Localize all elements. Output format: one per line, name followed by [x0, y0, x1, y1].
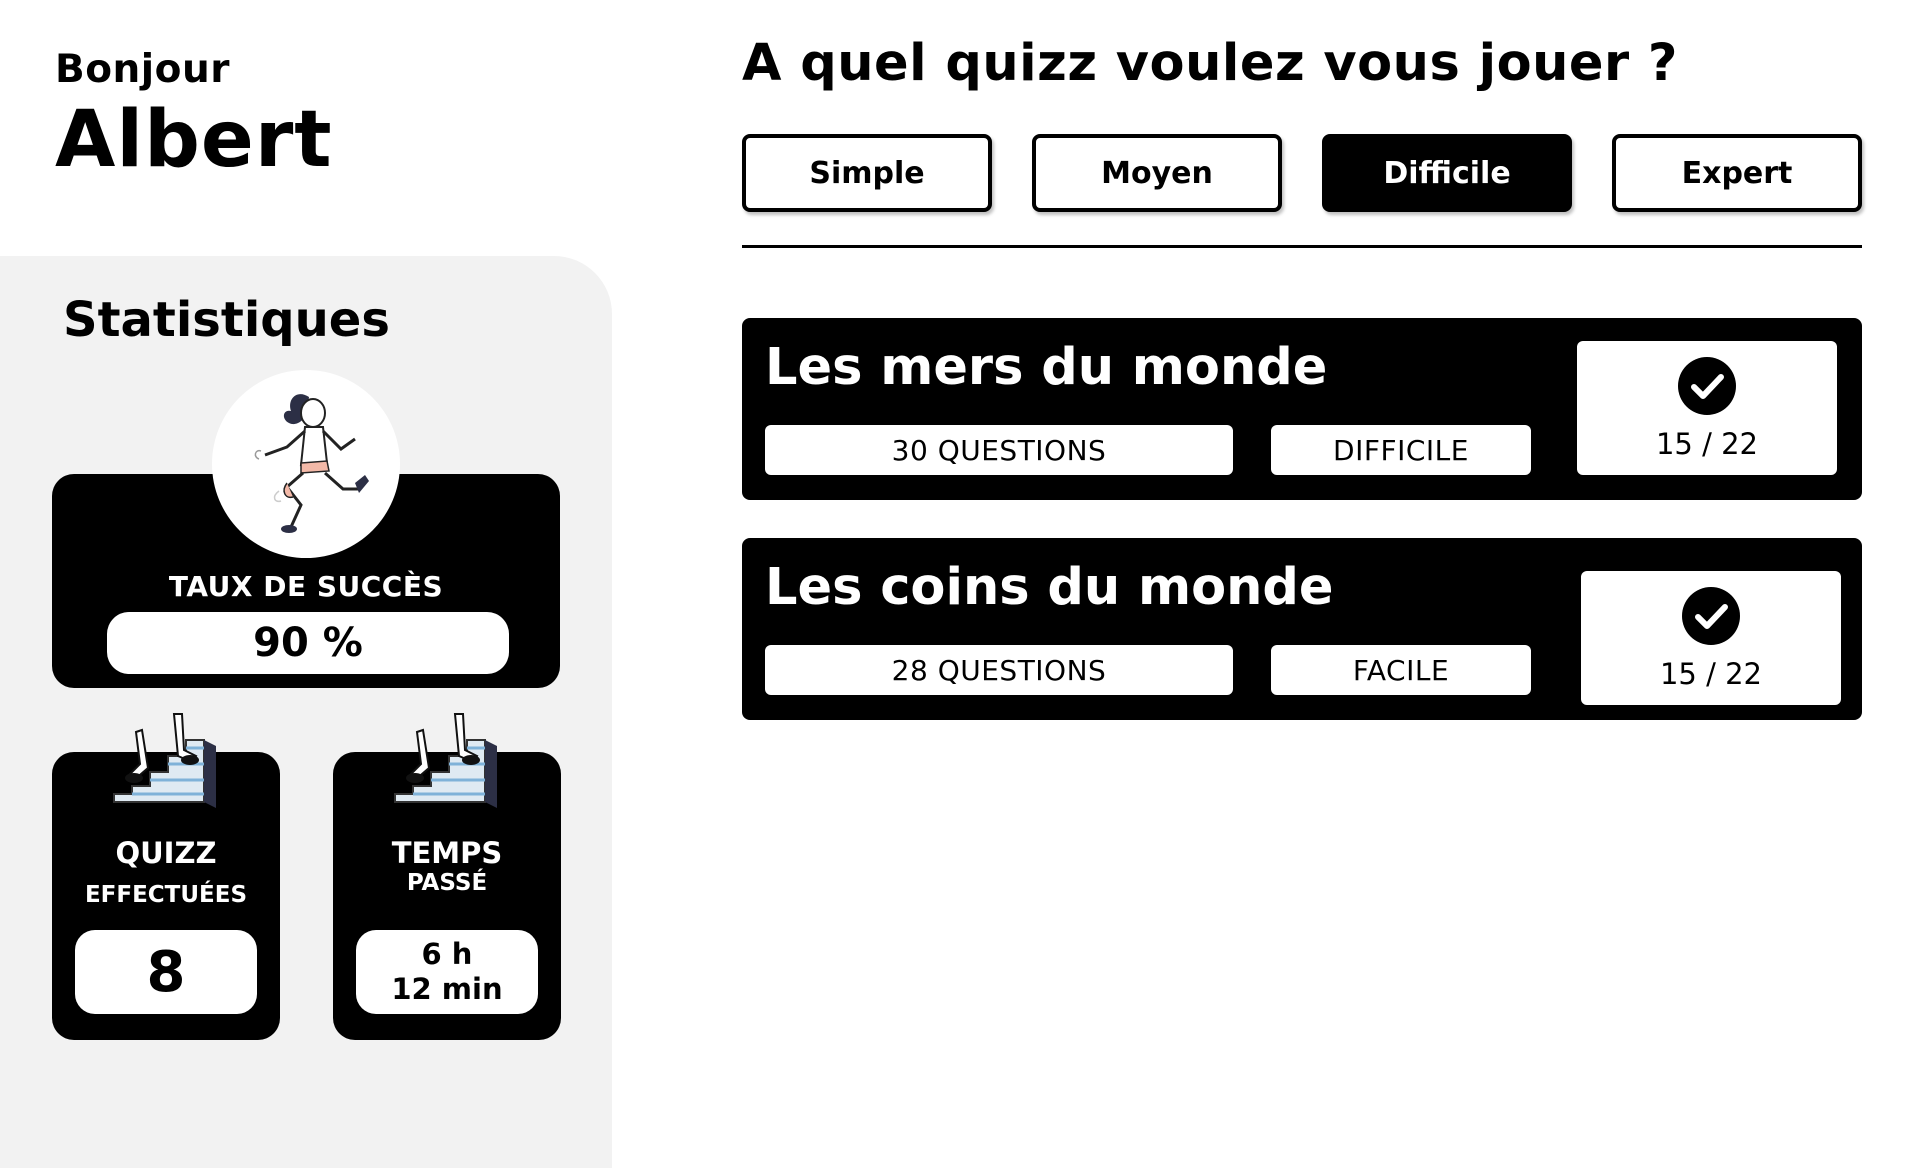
level-difficile-button[interactable]: Difficile	[1322, 134, 1572, 212]
stats-title: Statistiques	[63, 292, 390, 348]
quiz-title: Les mers du monde	[765, 338, 1328, 397]
quiz-questions-tag: 28 QUESTIONS	[765, 645, 1233, 695]
quiz-score: 15 / 22	[1655, 427, 1758, 461]
time-hours: 6 h	[421, 937, 473, 972]
level-moyen-button[interactable]: Moyen	[1032, 134, 1282, 212]
stairs-illustration-icon	[394, 713, 497, 808]
quiz-score-box: 15 / 22	[1577, 341, 1837, 475]
quiz-questions-tag: 30 QUESTIONS	[765, 425, 1233, 475]
quizz-count-value: 8	[75, 930, 257, 1014]
quizz-label: QUIZZ	[115, 836, 217, 870]
runner-avatar	[212, 370, 400, 558]
runner-illustration-icon	[254, 394, 369, 533]
user-name: Albert	[55, 95, 333, 185]
quiz-level-tag: DIFFICILE	[1271, 425, 1531, 475]
level-expert-button[interactable]: Expert	[1612, 134, 1862, 212]
quizz-done-card: QUIZZ EFFECTUÉES 8	[52, 713, 280, 1040]
check-circle-icon	[1682, 587, 1740, 645]
quiz-title: Les coins du monde	[765, 558, 1334, 617]
quiz-level-tag: FACILE	[1271, 645, 1531, 695]
time-sublabel: PASSÉ	[406, 870, 488, 896]
quiz-question-title: A quel quizz voulez vous jouer ?	[742, 34, 1678, 93]
time-spent-card: TEMPS PASSÉ 6 h 12 min	[333, 713, 561, 1040]
greeting: Bonjour Albert	[55, 50, 333, 179]
time-spent-value: 6 h 12 min	[356, 930, 538, 1014]
quiz-item[interactable]: Les coins du monde 28 QUESTIONS FACILE 1…	[742, 538, 1862, 720]
success-rate-value: 90 %	[107, 612, 509, 674]
quiz-score: 15 / 22	[1659, 657, 1762, 691]
greeting-hello: Bonjour	[55, 47, 230, 92]
stairs-illustration-icon	[113, 713, 216, 808]
quiz-score-box: 15 / 22	[1581, 571, 1841, 705]
level-simple-button[interactable]: Simple	[742, 134, 992, 212]
quizz-sublabel: EFFECTUÉES	[84, 882, 248, 908]
check-circle-icon	[1678, 357, 1736, 415]
quiz-item[interactable]: Les mers du monde 30 QUESTIONS DIFFICILE…	[742, 318, 1862, 500]
time-label: TEMPS	[391, 836, 503, 870]
divider	[742, 245, 1862, 248]
success-rate-label: TAUX DE SUCCÈS	[168, 570, 444, 603]
time-minutes: 12 min	[391, 972, 503, 1006]
